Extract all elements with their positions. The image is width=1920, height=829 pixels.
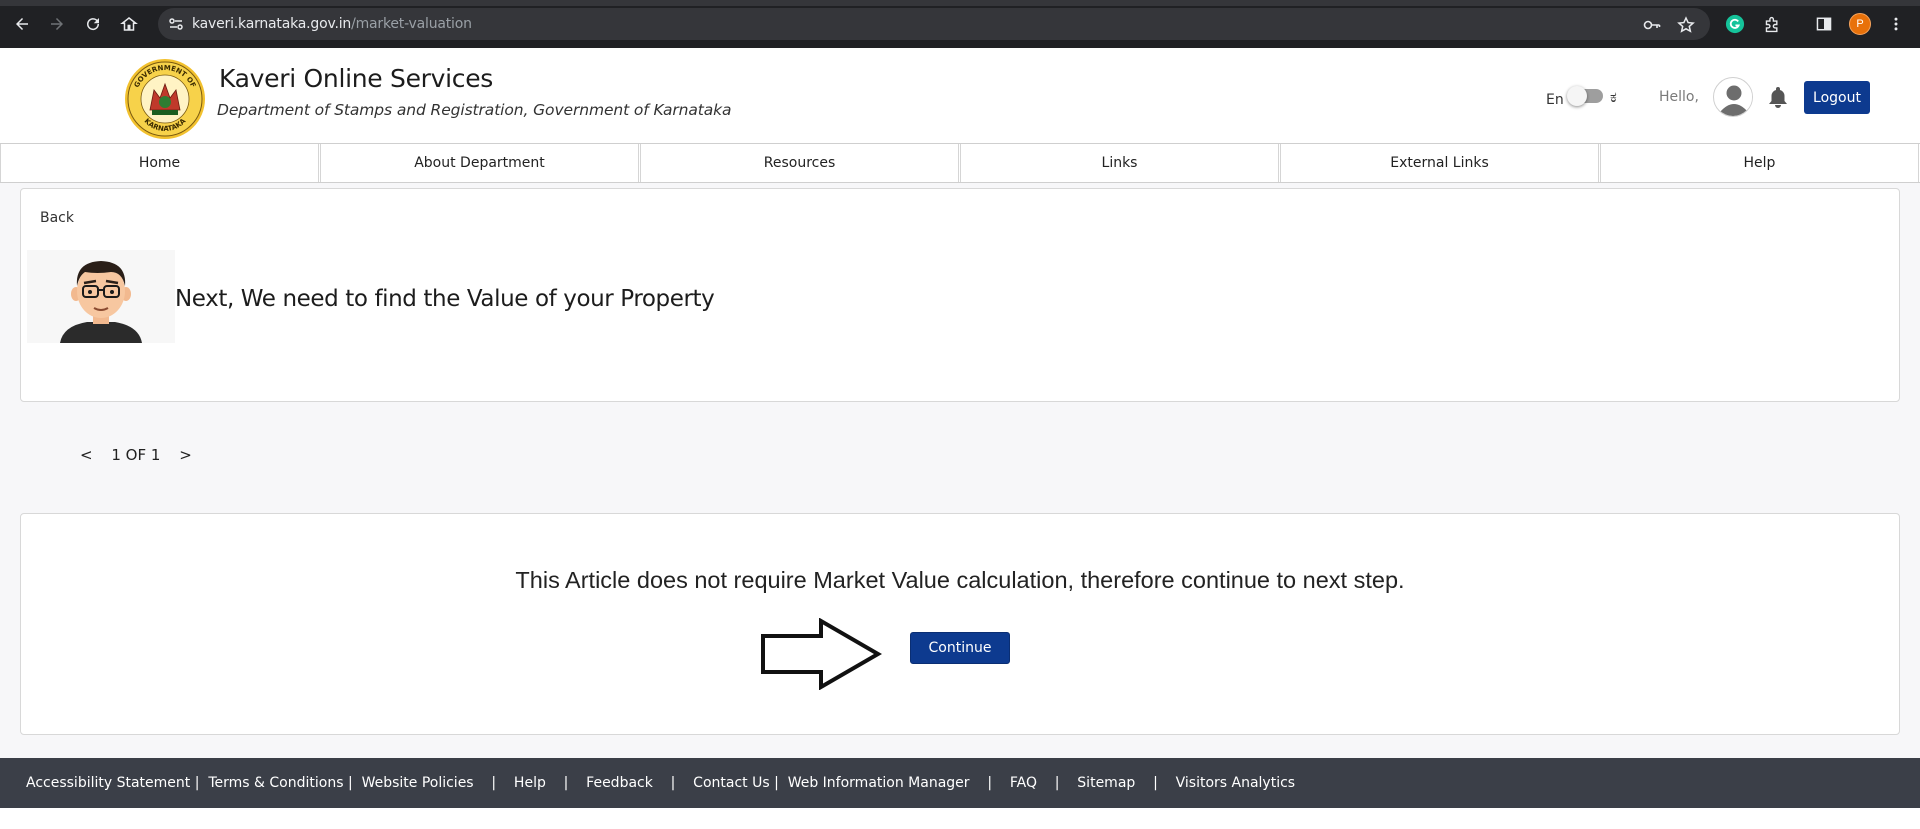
- back-arrow-icon[interactable]: [10, 12, 34, 36]
- user-silhouette-icon: [1715, 79, 1752, 116]
- site-title: Kaveri Online Services: [219, 64, 494, 93]
- main-navigation: Home About Department Resources Links Ex…: [0, 143, 1920, 183]
- nav-item-resources[interactable]: Resources: [640, 144, 959, 182]
- right-arrow-icon: [761, 618, 882, 690]
- side-panel-icon[interactable]: [1813, 13, 1835, 35]
- pager-prev-button[interactable]: <: [80, 446, 93, 464]
- address-bar[interactable]: kaveri.karnataka.gov.in/market-valuation: [158, 8, 1710, 40]
- language-kannada-label: ಕ: [1610, 88, 1617, 106]
- nav-item-home[interactable]: Home: [0, 144, 319, 182]
- password-key-icon[interactable]: [1643, 16, 1661, 34]
- copyright-bar: [0, 808, 1920, 829]
- url-path: /market-valuation: [351, 16, 472, 32]
- url-host: kaveri.karnataka.gov.in: [192, 16, 352, 32]
- language-en-label: En: [1546, 92, 1564, 108]
- nav-item-about-department[interactable]: About Department: [320, 144, 639, 182]
- footer-link-sitemap[interactable]: Sitemap |: [1077, 775, 1175, 791]
- footer-link-terms-conditions[interactable]: Terms & Conditions |: [208, 775, 361, 791]
- footer-link-website-policies[interactable]: Website Policies |: [362, 775, 514, 791]
- market-value-notice: This Article does not require Market Val…: [515, 567, 1405, 593]
- browser-toolbar: kaveri.karnataka.gov.in/market-valuation…: [0, 0, 1920, 48]
- market-value-card: [20, 513, 1900, 735]
- reload-icon[interactable]: [81, 12, 105, 36]
- footer-link-web-information-manager[interactable]: Web Information Manager |: [788, 775, 1010, 791]
- site-header: [0, 48, 1920, 143]
- logout-button[interactable]: Logout: [1804, 81, 1870, 114]
- notification-bell-icon[interactable]: [1767, 85, 1789, 109]
- grammarly-icon[interactable]: [1724, 13, 1746, 35]
- more-menu-icon[interactable]: [1885, 13, 1907, 35]
- karnataka-emblem-logo: GOVERNMENT OF KARNATAKA: [125, 59, 205, 139]
- footer-link-contact-us[interactable]: Contact Us |: [693, 775, 788, 791]
- language-toggle[interactable]: [1567, 86, 1603, 106]
- nav-item-links[interactable]: Links: [960, 144, 1279, 182]
- site-footer: Accessibility Statement | Terms & Condit…: [0, 758, 1920, 808]
- footer-link-help[interactable]: Help |: [514, 775, 586, 791]
- page-heading: Next, We need to find the Value of your …: [175, 286, 715, 312]
- url-text[interactable]: kaveri.karnataka.gov.in/market-valuation: [192, 16, 472, 32]
- site-info-icon[interactable]: [168, 16, 184, 32]
- nav-item-help[interactable]: Help: [1600, 144, 1919, 182]
- forward-arrow-icon[interactable]: [45, 12, 69, 36]
- profile-avatar[interactable]: P: [1849, 13, 1871, 35]
- home-icon[interactable]: [117, 12, 141, 36]
- extensions-puzzle-icon[interactable]: [1761, 13, 1783, 35]
- footer-link-faq[interactable]: FAQ |: [1010, 775, 1077, 791]
- continue-button[interactable]: Continue: [910, 632, 1010, 664]
- tab-strip: [0, 0, 1920, 6]
- back-link[interactable]: Back: [40, 210, 74, 226]
- user-avatar[interactable]: [1713, 77, 1753, 117]
- footer-link-accessibility-statement[interactable]: Accessibility Statement |: [26, 775, 208, 791]
- guide-character-image: [27, 250, 175, 343]
- footer-link-visitors-analytics[interactable]: Visitors Analytics: [1176, 775, 1295, 791]
- pager-next-button[interactable]: >: [179, 446, 192, 464]
- pagination: < 1 OF 1 >: [80, 446, 206, 464]
- footer-link-feedback[interactable]: Feedback |: [586, 775, 693, 791]
- greeting-text: Hello,: [1659, 89, 1699, 105]
- nav-item-external-links[interactable]: External Links: [1280, 144, 1599, 182]
- pager-label: 1 OF 1: [111, 446, 161, 464]
- bookmark-star-icon[interactable]: [1677, 16, 1695, 34]
- site-subtitle: Department of Stamps and Registration, G…: [217, 101, 732, 119]
- toggle-knob: [1567, 86, 1587, 106]
